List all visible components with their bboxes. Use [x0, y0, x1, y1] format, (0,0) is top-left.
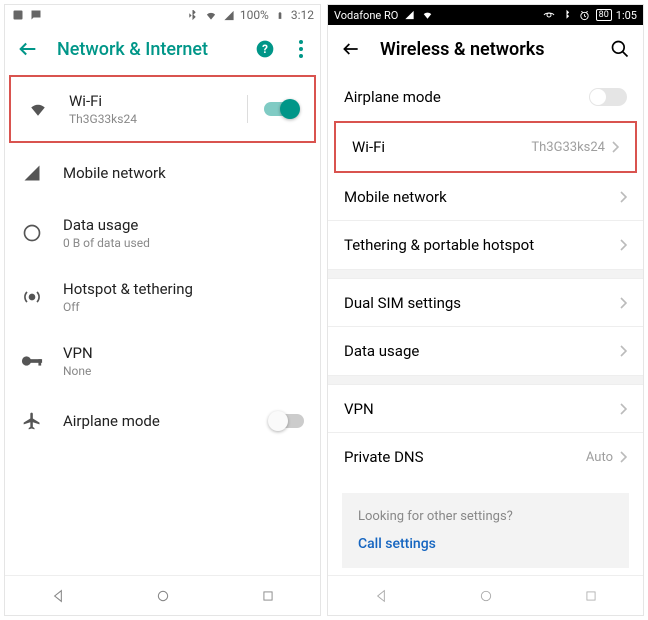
wifi-label: Wi-Fi: [69, 92, 227, 110]
chevron-right-icon: [619, 297, 627, 309]
signal-icon: [222, 8, 236, 22]
nav-back-icon[interactable]: [372, 587, 390, 605]
airplane-label: Airplane mode: [63, 412, 250, 430]
tethering-row[interactable]: Tethering & portable hotspot: [328, 221, 643, 269]
mobile-label: Mobile network: [63, 164, 304, 182]
divider: [247, 95, 248, 123]
eye-comfort-icon: [542, 8, 556, 22]
data-sublabel: 0 B of data used: [63, 236, 304, 250]
airplane-row[interactable]: Airplane mode: [328, 73, 643, 121]
battery-icon: [273, 8, 287, 22]
signal-icon: [402, 8, 416, 22]
wifi-row-highlight: Wi-Fi Th3G33ks24: [334, 121, 637, 173]
dns-value: Auto: [586, 450, 613, 465]
battery-percent: 80: [596, 9, 612, 21]
nav-bar: [5, 575, 320, 615]
hotspot-sublabel: Off: [63, 300, 304, 314]
private-dns-row[interactable]: Private DNS Auto: [328, 433, 643, 481]
chevron-right-icon: [619, 345, 627, 357]
vpn-row[interactable]: VPN None: [5, 329, 320, 393]
clock-text: 1:05: [616, 9, 637, 22]
airplane-toggle[interactable]: [589, 88, 627, 106]
nav-recent-icon[interactable]: [582, 587, 600, 605]
call-settings-link[interactable]: Call settings: [358, 536, 613, 552]
page-title: Wireless & networks: [380, 39, 591, 60]
data-label: Data usage: [344, 342, 419, 360]
phone-stock-android: 100% 3:12 Network & Internet ?: [4, 4, 321, 616]
vpn-sublabel: None: [63, 364, 304, 378]
chevron-right-icon: [619, 191, 627, 203]
wifi-label: Wi-Fi: [352, 138, 385, 156]
more-icon[interactable]: [294, 38, 308, 60]
vpn-label: VPN: [63, 344, 304, 362]
back-icon[interactable]: [17, 38, 39, 60]
vpn-key-icon: [21, 354, 43, 368]
wifi-toggle[interactable]: [264, 102, 298, 116]
data-usage-icon: [21, 223, 43, 243]
mobile-label: Mobile network: [344, 188, 447, 206]
nav-home-icon[interactable]: [154, 587, 172, 605]
chevron-right-icon: [619, 403, 627, 415]
settings-list: Wi-Fi Th3G33ks24 Mobile network: [5, 73, 320, 575]
dualsim-label: Dual SIM settings: [344, 294, 461, 312]
nav-recent-icon[interactable]: [259, 587, 277, 605]
data-usage-row[interactable]: Data usage 0 B of data used: [5, 201, 320, 265]
chevron-right-icon: [611, 141, 619, 153]
carrier-text: Vodafone RO: [334, 9, 398, 22]
vpn-label: VPN: [344, 400, 374, 418]
airplane-icon: [21, 411, 43, 431]
bluetooth-icon: [560, 8, 574, 22]
mobile-network-row[interactable]: Mobile network: [328, 173, 643, 221]
airplane-row[interactable]: Airplane mode: [5, 393, 320, 449]
wifi-row-highlight: Wi-Fi Th3G33ks24: [9, 75, 316, 143]
notification-icon: [29, 8, 43, 22]
settings-list: Airplane mode Wi-Fi Th3G33ks24: [328, 73, 643, 575]
page-title: Network & Internet: [57, 39, 236, 60]
other-settings-box: Looking for other settings? Call setting…: [342, 493, 629, 568]
mobile-network-row[interactable]: Mobile network: [5, 145, 320, 201]
hotspot-label: Hotspot & tethering: [63, 280, 304, 298]
tethering-label: Tethering & portable hotspot: [344, 236, 534, 254]
other-settings-hint: Looking for other settings?: [358, 509, 613, 524]
airplane-label: Airplane mode: [344, 88, 441, 106]
wifi-row[interactable]: Wi-Fi Th3G33ks24: [336, 123, 635, 171]
search-icon[interactable]: [609, 38, 631, 60]
app-header: Network & Internet ?: [5, 25, 320, 73]
back-icon[interactable]: [340, 38, 362, 60]
dns-label: Private DNS: [344, 448, 424, 466]
clock-text: 3:12: [291, 8, 314, 22]
wifi-icon: [27, 100, 49, 118]
dual-sim-row[interactable]: Dual SIM settings: [328, 279, 643, 327]
signal-icon: [21, 164, 43, 182]
alarm-icon: [578, 8, 592, 22]
section-divider: [328, 375, 643, 385]
svg-text:?: ?: [262, 42, 268, 56]
wifi-icon: [204, 8, 218, 22]
help-icon[interactable]: ?: [254, 38, 276, 60]
phone-emui: Vodafone RO 80 1:05: [327, 4, 644, 616]
notification-icon: [11, 8, 25, 22]
wifi-sublabel: Th3G33ks24: [69, 112, 227, 126]
status-bar: Vodafone RO 80 1:05: [328, 5, 643, 25]
app-header: Wireless & networks: [328, 25, 643, 73]
vpn-row[interactable]: VPN: [328, 385, 643, 433]
chevron-right-icon: [619, 239, 627, 251]
nav-bar: [328, 575, 643, 615]
bluetooth-icon: [186, 8, 200, 22]
data-label: Data usage: [63, 216, 304, 234]
airplane-toggle[interactable]: [270, 414, 304, 428]
chevron-right-icon: [619, 451, 627, 463]
section-divider: [328, 269, 643, 279]
nav-back-icon[interactable]: [49, 587, 67, 605]
wifi-value: Th3G33ks24: [531, 140, 605, 155]
status-bar: 100% 3:12: [5, 5, 320, 25]
nav-home-icon[interactable]: [477, 587, 495, 605]
battery-percent: 100%: [240, 8, 269, 22]
hotspot-row[interactable]: Hotspot & tethering Off: [5, 265, 320, 329]
data-usage-row[interactable]: Data usage: [328, 327, 643, 375]
hotspot-icon: [21, 287, 43, 307]
wifi-row[interactable]: Wi-Fi Th3G33ks24: [11, 77, 314, 141]
wifi-icon: [420, 8, 434, 22]
